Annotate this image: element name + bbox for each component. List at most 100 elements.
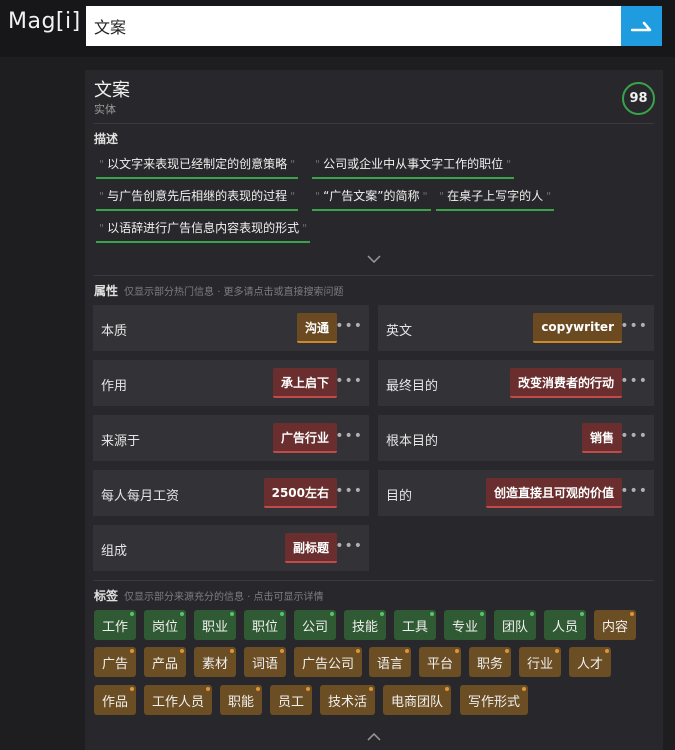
tag[interactable]: 技能: [344, 610, 387, 640]
tag[interactable]: 职能: [220, 685, 263, 715]
tag-label: 人才: [577, 656, 604, 672]
tag-label: 工作人员: [152, 694, 205, 710]
tag[interactable]: 作品: [94, 685, 137, 715]
tags-section-title: 标签 仅显示部分来源充分的信息 · 点击可显示详情: [94, 587, 324, 604]
attribute-row[interactable]: 组成 副标题 •••: [93, 525, 369, 571]
tag[interactable]: 岗位: [144, 610, 187, 640]
more-options-icon[interactable]: •••: [620, 483, 648, 499]
expand-description-button[interactable]: [367, 252, 381, 266]
attribute-value[interactable]: 销售: [581, 423, 622, 453]
attribute-row[interactable]: 每人每月工资 2500左右 •••: [93, 470, 369, 516]
attribute-value[interactable]: 创造直接且可观的价值: [485, 478, 622, 508]
attribute-row[interactable]: 作用 承上启下 •••: [93, 360, 369, 406]
tag[interactable]: 员工: [270, 685, 313, 715]
more-options-icon[interactable]: •••: [335, 318, 363, 334]
attribute-value[interactable]: 沟通: [296, 313, 337, 343]
entity-card: 文案 实体 98 描述 以文字来表现已经制定的创意策略 公司或企业中从事文字工作…: [85, 70, 663, 750]
tag-label: 员工: [278, 694, 305, 710]
tag[interactable]: 电商团队: [383, 685, 452, 715]
attribute-name: 最终目的: [386, 379, 439, 394]
tag-label: 岗位: [152, 619, 179, 635]
attribute-name: 本质: [101, 324, 128, 339]
tag[interactable]: 专业: [444, 610, 487, 640]
tag[interactable]: 职位: [244, 610, 287, 640]
tag[interactable]: 工作: [94, 610, 137, 640]
attribute-row[interactable]: 本质 沟通 •••: [93, 305, 369, 351]
attribute-row[interactable]: 英文 copywriter •••: [378, 305, 654, 351]
tag[interactable]: 产品: [144, 647, 187, 677]
description-section-title: 描述: [94, 130, 118, 147]
tag[interactable]: 平台: [419, 647, 462, 677]
attribute-value[interactable]: 2500左右: [263, 478, 337, 508]
tags-hint: 仅显示部分来源充分的信息 · 点击可显示详情: [124, 592, 324, 603]
tag[interactable]: 语言: [369, 647, 412, 677]
collapse-tags-button[interactable]: [367, 730, 381, 744]
attribute-value[interactable]: 改变消费者的行动: [509, 368, 622, 398]
tag-label: 写作形式: [468, 694, 521, 710]
attribute-name: 根本目的: [386, 434, 439, 449]
tag-label: 工作: [102, 619, 129, 635]
tag-label: 公司: [302, 619, 329, 635]
more-options-icon[interactable]: •••: [335, 538, 363, 554]
tag[interactable]: 工作人员: [144, 685, 213, 715]
tag-label: 语言: [377, 656, 404, 672]
attribute-value[interactable]: 广告行业: [272, 423, 337, 453]
attribute-value[interactable]: 副标题: [284, 533, 337, 563]
tag[interactable]: 词语: [244, 647, 287, 677]
divider: [94, 275, 654, 276]
tag[interactable]: 广告公司: [294, 647, 363, 677]
divider: [94, 123, 654, 124]
more-options-icon[interactable]: •••: [620, 428, 648, 444]
attribute-name: 每人每月工资: [101, 489, 180, 504]
entity-type: 实体: [94, 103, 116, 116]
tag-label: 人员: [552, 619, 579, 635]
score-badge: 98: [622, 82, 655, 115]
tag[interactable]: 工具: [394, 610, 437, 640]
description-item[interactable]: 以文字来表现已经制定的创意策略: [96, 155, 299, 179]
search-button[interactable]: [621, 6, 662, 46]
attribute-row[interactable]: 根本目的 销售 •••: [378, 415, 654, 461]
entity-title: 文案: [94, 80, 130, 101]
tag-label: 广告公司: [302, 656, 355, 672]
tag[interactable]: 职业: [194, 610, 237, 640]
top-bar: Mag[i]: [0, 0, 675, 57]
tag-label: 平台: [427, 656, 454, 672]
tag[interactable]: 素材: [194, 647, 237, 677]
description-item[interactable]: 与广告创意先后相继的表现的过程: [96, 187, 299, 211]
tag[interactable]: 广告: [94, 647, 137, 677]
app-logo[interactable]: Mag[i]: [8, 9, 81, 34]
tag-label: 职务: [477, 656, 504, 672]
more-options-icon[interactable]: •••: [335, 428, 363, 444]
tag[interactable]: 行业: [519, 647, 562, 677]
attribute-value[interactable]: 承上启下: [272, 368, 337, 398]
tag[interactable]: 人员: [544, 610, 587, 640]
attribute-name: 英文: [386, 324, 413, 339]
tag[interactable]: 技术活: [320, 685, 376, 715]
description-item[interactable]: 以语辞进行广告信息内容表现的形式: [96, 219, 311, 243]
tag-label: 职位: [252, 619, 279, 635]
search-input[interactable]: [86, 6, 622, 46]
tag[interactable]: 团队: [494, 610, 537, 640]
attribute-row[interactable]: 来源于 广告行业 •••: [93, 415, 369, 461]
attribute-row[interactable]: 目的 创造直接且可观的价值 •••: [378, 470, 654, 516]
tag-label: 团队: [502, 619, 529, 635]
tag[interactable]: 写作形式: [460, 685, 529, 715]
tag-label: 工具: [402, 619, 429, 635]
description-item[interactable]: 公司或企业中从事文字工作的职位: [312, 155, 515, 179]
tag[interactable]: 人才: [569, 647, 612, 677]
more-options-icon[interactable]: •••: [335, 373, 363, 389]
tag[interactable]: 公司: [294, 610, 337, 640]
attributes-title-label: 属性: [94, 284, 119, 298]
chevron-up-icon: [367, 732, 381, 741]
attribute-value[interactable]: copywriter: [533, 313, 622, 343]
more-options-icon[interactable]: •••: [620, 373, 648, 389]
more-options-icon[interactable]: •••: [620, 318, 648, 334]
attribute-name: 组成: [101, 544, 128, 559]
description-item[interactable]: 在桌子上写字的人: [436, 187, 555, 211]
attribute-row[interactable]: 最终目的 改变消费者的行动 •••: [378, 360, 654, 406]
chevron-down-icon: [367, 255, 381, 264]
tag[interactable]: 内容: [594, 610, 637, 640]
description-item[interactable]: “广告文案”的简称: [312, 187, 431, 211]
tag[interactable]: 职务: [469, 647, 512, 677]
more-options-icon[interactable]: •••: [335, 483, 363, 499]
